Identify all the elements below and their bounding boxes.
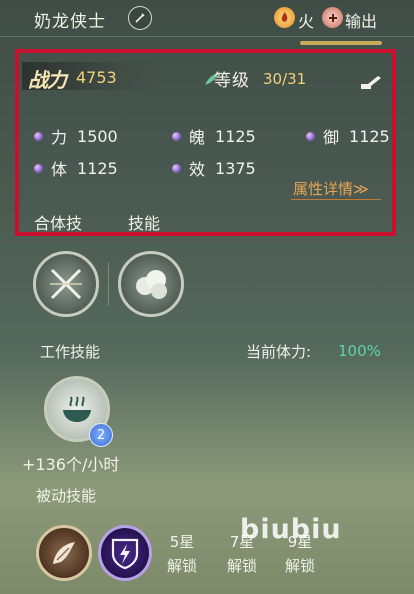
header-divider — [0, 36, 414, 37]
passive-skill-2[interactable] — [98, 525, 152, 581]
work-skill-title: 工作技能 — [40, 343, 101, 361]
fire-icon — [274, 7, 295, 28]
active-skill-2[interactable] — [118, 251, 184, 317]
element-label: 火 — [298, 12, 315, 31]
pencil-icon[interactable] — [128, 6, 152, 30]
character-name: 奶龙侠士 — [34, 12, 106, 32]
production-rate: +136个/小时 — [22, 455, 120, 474]
smoke-cloud-icon — [136, 270, 167, 299]
passive-skill-title: 被动技能 — [36, 487, 97, 505]
unlock-label: 解锁 — [226, 557, 257, 575]
highlight-frame — [15, 49, 396, 236]
role-label: 输出 — [345, 12, 378, 31]
lightning-shield-icon — [111, 538, 139, 570]
gold-accent-bar — [300, 41, 382, 45]
steaming-bowl-icon — [63, 396, 91, 422]
stamina-label: 当前体力: — [246, 343, 312, 361]
unlock-label: 解锁 — [284, 557, 315, 575]
passive-skill-1[interactable] — [36, 525, 92, 581]
active-skill-1[interactable] — [33, 251, 99, 317]
stamina-value: 100% — [338, 342, 381, 360]
output-icon — [322, 7, 343, 28]
unlock-stars: 5星 — [169, 533, 195, 551]
work-skill-level-badge: 2 — [89, 423, 113, 447]
wing-icon — [53, 542, 75, 564]
unlock-label: 解锁 — [166, 557, 197, 575]
crossed-swords-icon — [50, 268, 82, 300]
watermark: biubiu — [240, 514, 342, 545]
locked-slot-1: 5星 解锁 — [160, 530, 204, 582]
skill-divider — [108, 262, 109, 306]
